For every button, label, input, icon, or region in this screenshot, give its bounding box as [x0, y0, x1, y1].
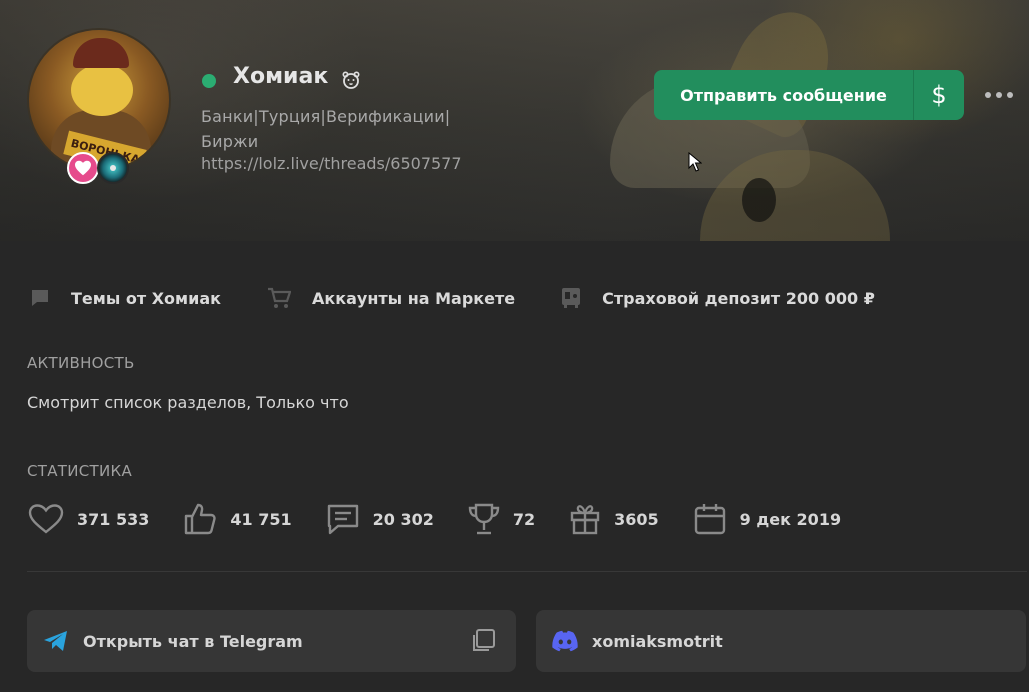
telegram-chat-card[interactable]: Открыть чат в Telegram: [27, 610, 516, 672]
stat-trophies[interactable]: 72: [468, 502, 535, 536]
safe-icon: [562, 288, 581, 308]
link-market-accounts-label: Аккаунты на Маркете: [312, 288, 516, 308]
avatar-art-face: [71, 64, 133, 116]
hamster-icon: [341, 70, 361, 94]
disc-badge-icon[interactable]: [97, 152, 129, 184]
calendar-icon: [694, 504, 725, 535]
more-options-button[interactable]: [982, 80, 1016, 110]
link-insurance-deposit[interactable]: Страховой депозит 200 000 ₽: [561, 287, 875, 309]
copy-icon[interactable]: [470, 628, 496, 658]
send-message-button[interactable]: Отправить сообщение: [654, 70, 913, 120]
avatar-art-hat: [73, 38, 129, 68]
stat-reactions[interactable]: 41 751: [183, 502, 292, 536]
stat-messages[interactable]: 20 302: [326, 502, 434, 536]
thumbs-up-icon: [185, 503, 217, 535]
dollar-icon: $: [931, 81, 947, 109]
profile-link[interactable]: https://lolz.live/threads/6507577: [201, 154, 462, 173]
transfer-money-button[interactable]: $: [913, 70, 964, 120]
user-title: Банки|Турция|Верификации| Биржи: [201, 104, 491, 154]
stat-likes[interactable]: 371 533: [28, 503, 149, 535]
stat-trophies-value: 72: [512, 509, 536, 529]
user-title-line-1: Банки|Турция|Верификации|: [201, 107, 451, 126]
discord-username: xomiaksmotrit: [592, 631, 723, 651]
user-title-line-2: Биржи: [201, 132, 259, 151]
online-status-indicator: [202, 74, 216, 88]
heart-badge-icon[interactable]: [67, 152, 99, 184]
stats-row: 371 533 41 751 20 302 72 3605 9 дек 2019: [28, 500, 875, 538]
stat-messages-value: 20 302: [372, 509, 434, 529]
link-user-threads[interactable]: Темы от Хомиак: [30, 288, 221, 308]
gift-icon: [570, 505, 600, 535]
mouse-cursor-icon: [688, 151, 703, 176]
stat-registration-date: 9 дек 2019: [693, 502, 841, 536]
username[interactable]: Хомиак: [233, 64, 328, 89]
section-divider: [27, 571, 1027, 572]
discord-icon: [551, 627, 579, 655]
activity-status: Смотрит список разделов, Только что: [27, 393, 349, 412]
avatar[interactable]: ВОРОНЬКА: [27, 28, 171, 172]
trophy-icon: [468, 503, 500, 535]
link-insurance-deposit-label: Страховой депозит 200 000 ₽: [602, 288, 875, 308]
telegram-icon: [42, 627, 70, 655]
messages-icon: [327, 504, 358, 535]
stats-heading: СТАТИСТИКА: [27, 462, 133, 480]
stat-registration-date-value: 9 дек 2019: [739, 509, 842, 529]
activity-heading: АКТИВНОСТЬ: [27, 354, 135, 372]
stat-likes-value: 371 533: [77, 509, 150, 529]
discord-card[interactable]: xomiaksmotrit: [536, 610, 1026, 672]
stat-gifts-value: 3605: [614, 509, 659, 529]
link-user-threads-label: Темы от Хомиак: [71, 288, 221, 308]
comment-icon: [32, 290, 48, 306]
profile-links: Темы от Хомиак Аккаунты на Маркете Страх…: [30, 283, 921, 313]
heart-icon: [28, 504, 64, 534]
stat-reactions-value: 41 751: [230, 509, 292, 529]
cart-icon: [268, 287, 291, 308]
stat-gifts[interactable]: 3605: [569, 502, 659, 536]
ellipsis-icon: [985, 92, 1013, 98]
telegram-chat-label: Открыть чат в Telegram: [83, 631, 303, 651]
link-market-accounts[interactable]: Аккаунты на Маркете: [267, 287, 515, 309]
